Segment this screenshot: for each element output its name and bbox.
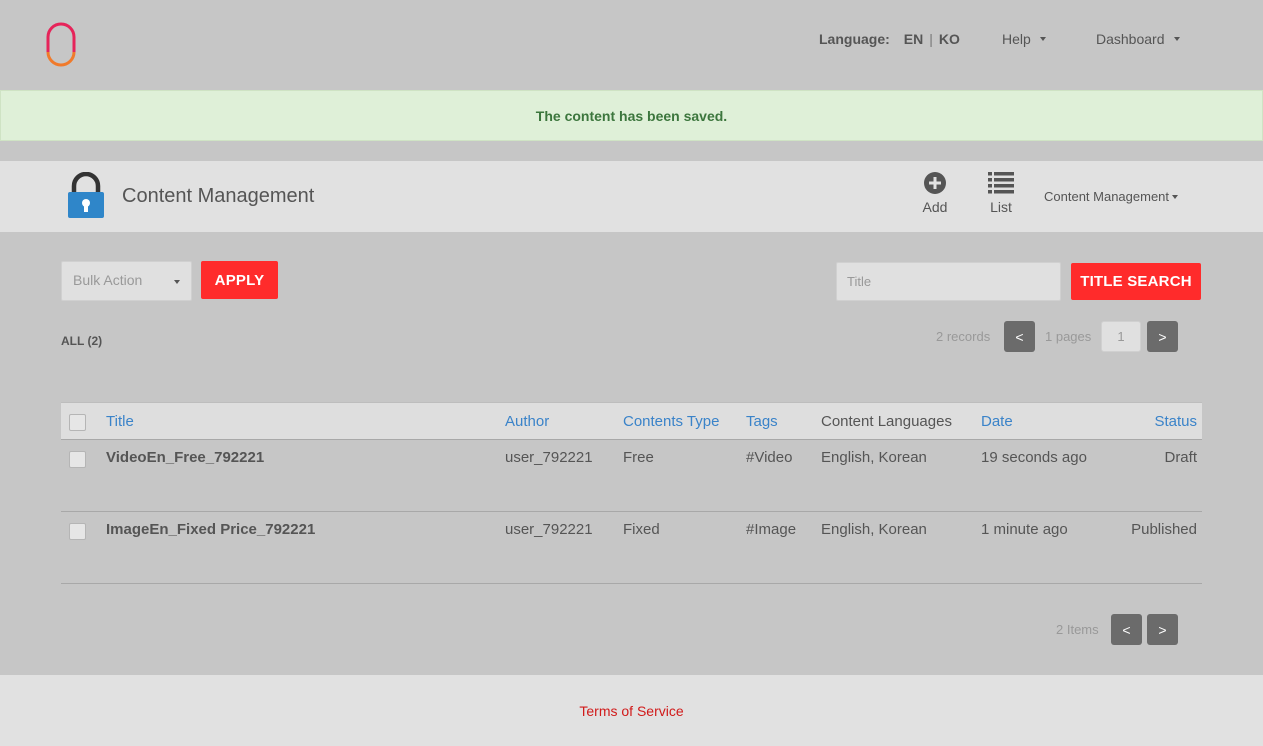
select-all-checkbox[interactable] <box>69 414 86 431</box>
language-ko-link[interactable]: KO <box>939 31 960 47</box>
bulk-action-select[interactable]: Bulk Action <box>61 261 192 301</box>
row-author: user_792221 <box>505 449 593 466</box>
success-alert: The content has been saved. <box>0 90 1263 141</box>
table-row: VideoEn_Free_792221 user_792221 Free #Vi… <box>61 440 1202 512</box>
row-date: 1 minute ago <box>981 521 1068 538</box>
language-label: Language: <box>819 31 890 47</box>
row-title-link[interactable]: VideoEn_Free_792221 <box>106 449 264 466</box>
row-tags: #Image <box>746 521 797 538</box>
column-title[interactable]: Title <box>106 413 134 430</box>
column-content-languages: Content Languages <box>821 413 952 430</box>
row-status: Draft <box>1164 449 1197 466</box>
row-contents-type: Free <box>623 449 654 466</box>
next-page-button[interactable]: > <box>1147 321 1178 352</box>
title-search-input[interactable] <box>836 262 1061 301</box>
add-label: Add <box>922 199 948 215</box>
pages-count: 1 pages <box>1045 329 1092 344</box>
column-contents-type[interactable]: Contents Type <box>623 413 719 430</box>
alert-message: The content has been saved. <box>535 107 728 124</box>
row-contents-type: Fixed <box>623 521 660 538</box>
dashboard-dropdown[interactable]: Dashboard <box>1096 31 1180 47</box>
content-management-label: Content Management <box>1044 189 1170 204</box>
row-checkbox[interactable] <box>69 523 86 540</box>
row-checkbox[interactable] <box>69 451 86 468</box>
row-tags: #Video <box>746 449 793 466</box>
chevron-down-icon <box>1039 37 1046 41</box>
chevron-down-icon <box>1173 37 1180 41</box>
list-label: List <box>990 199 1012 215</box>
plus-circle-icon <box>924 172 946 194</box>
terms-of-service-link[interactable]: Terms of Service <box>579 703 683 719</box>
top-navbar: Language: EN | KO Help Dashboard <box>0 0 1263 90</box>
all-filter-link[interactable]: ALL (2) <box>61 334 102 348</box>
prev-page-button[interactable]: < <box>1004 321 1035 352</box>
column-status[interactable]: Status <box>1154 413 1197 430</box>
chevron-down-icon <box>1172 194 1179 199</box>
padlock-icon <box>68 172 104 218</box>
bulk-action-placeholder: Bulk Action <box>73 272 143 288</box>
column-tags[interactable]: Tags <box>746 413 778 430</box>
dashboard-label: Dashboard <box>1096 31 1165 47</box>
records-count: 2 records <box>936 329 991 344</box>
chevron-down-icon <box>174 280 180 284</box>
row-content-languages: English, Korean <box>821 449 927 466</box>
column-date[interactable]: Date <box>981 413 1013 430</box>
list-button[interactable]: List <box>981 171 1021 215</box>
footer: Terms of Service <box>0 675 1263 746</box>
page-number-input[interactable] <box>1101 321 1141 352</box>
bottom-prev-button[interactable]: < <box>1111 614 1142 645</box>
add-button[interactable]: Add <box>915 171 955 215</box>
help-dropdown[interactable]: Help <box>1002 31 1046 47</box>
table-row: ImageEn_Fixed Price_792221 user_792221 F… <box>61 512 1202 584</box>
list-icon <box>988 172 1014 194</box>
language-switcher: Language: EN | KO <box>819 31 960 47</box>
row-author: user_792221 <box>505 521 593 538</box>
row-date: 19 seconds ago <box>981 449 1087 466</box>
table-header: Title Author Contents Type Tags Content … <box>61 402 1202 440</box>
help-label: Help <box>1002 31 1031 47</box>
row-title-link[interactable]: ImageEn_Fixed Price_792221 <box>106 521 315 538</box>
language-separator: | <box>929 31 933 47</box>
section-header: Content Management Add List Content Mana… <box>0 161 1263 232</box>
apply-button[interactable]: APPLY <box>201 261 278 299</box>
content-management-dropdown[interactable]: Content Management <box>1044 189 1179 204</box>
bottom-next-button[interactable]: > <box>1147 614 1178 645</box>
title-search-button[interactable]: TITLE SEARCH <box>1071 263 1201 300</box>
column-author[interactable]: Author <box>505 413 549 430</box>
items-count: 2 Items <box>1056 622 1099 637</box>
language-en-link[interactable]: EN <box>904 31 923 47</box>
row-content-languages: English, Korean <box>821 521 927 538</box>
page-title: Content Management <box>122 185 315 207</box>
brand-logo-icon[interactable] <box>44 22 78 68</box>
row-status: Published <box>1131 521 1197 538</box>
